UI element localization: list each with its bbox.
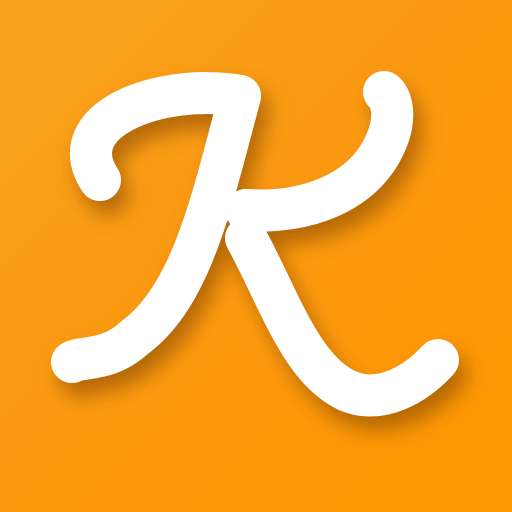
- app-icon: [0, 0, 512, 512]
- k-letter-glyph: [51, 71, 459, 417]
- k-upper-arm: [225, 71, 414, 232]
- k-main-stem: [113, 75, 261, 359]
- k-lower-leg: [225, 217, 459, 417]
- k-letter-logo: [51, 71, 459, 417]
- k-bottom-tail: [51, 317, 155, 383]
